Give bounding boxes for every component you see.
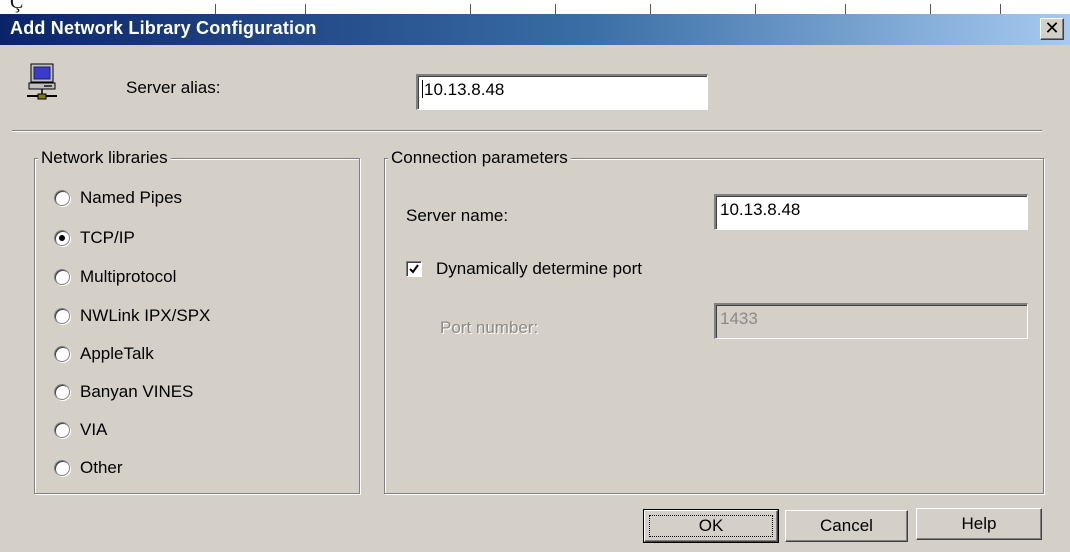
connection-parameters-title: Connection parameters xyxy=(388,148,571,168)
radio-label: VIA xyxy=(80,420,108,439)
radio-indicator xyxy=(54,460,70,476)
radio-label: Multiprotocol xyxy=(80,267,177,286)
background-tick xyxy=(930,4,931,14)
background-text-fragment: Ç xyxy=(10,0,24,13)
radio-indicator xyxy=(54,346,70,362)
background-window-strip: Ç xyxy=(0,0,1070,14)
radio-nwlink-ipx-spx[interactable]: NWLink IPX/SPX xyxy=(54,304,210,328)
close-button[interactable]: ✕ xyxy=(1040,18,1064,40)
radio-tcp-ip[interactable]: TCP/IP xyxy=(54,226,135,250)
dynamic-port-label[interactable]: Dynamically determine port xyxy=(436,259,642,279)
close-icon: ✕ xyxy=(1044,18,1060,38)
network-libraries-title: Network libraries xyxy=(38,148,171,168)
radio-multiprotocol[interactable]: Multiprotocol xyxy=(54,265,176,289)
help-button-label: Help xyxy=(961,514,997,533)
text-caret xyxy=(422,80,423,98)
radio-indicator xyxy=(54,384,70,400)
background-tick xyxy=(470,4,471,14)
radio-indicator xyxy=(54,422,70,438)
server-name-label: Server name: xyxy=(406,206,509,225)
port-number-input[interactable]: 1433 xyxy=(714,303,1028,339)
separator-line xyxy=(12,130,1042,132)
background-tick xyxy=(845,4,846,14)
background-tick xyxy=(755,4,756,14)
radio-label: Other xyxy=(80,458,123,477)
port-number-label: Port number: xyxy=(440,318,539,337)
background-tick xyxy=(555,4,556,14)
server-alias-label: Server alias: xyxy=(126,78,221,97)
dialog-title: Add Network Library Configuration xyxy=(10,18,317,38)
radio-via[interactable]: VIA xyxy=(54,418,107,442)
cancel-button[interactable]: Cancel xyxy=(785,510,908,542)
ok-button[interactable]: OK xyxy=(643,509,779,543)
radio-label: TCP/IP xyxy=(80,228,135,247)
background-tick xyxy=(650,4,651,14)
radio-label: AppleTalk xyxy=(80,344,154,363)
radio-label: Banyan VINES xyxy=(80,382,194,401)
radio-label: NWLink IPX/SPX xyxy=(80,306,211,325)
help-button[interactable]: Help xyxy=(916,508,1042,540)
background-tick xyxy=(1000,4,1001,14)
port-number-value: 1433 xyxy=(720,309,758,328)
radio-indicator xyxy=(54,308,70,324)
network-computer-icon xyxy=(24,62,60,102)
radio-named-pipes[interactable]: Named Pipes xyxy=(54,186,182,210)
radio-appletalk[interactable]: AppleTalk xyxy=(54,342,154,366)
radio-label: Named Pipes xyxy=(80,188,183,207)
server-alias-input[interactable]: 10.13.8.48 xyxy=(416,74,708,110)
ok-button-label: OK xyxy=(698,516,724,535)
radio-indicator xyxy=(54,190,70,206)
server-name-value: 10.13.8.48 xyxy=(720,200,801,219)
dynamic-port-checkbox[interactable] xyxy=(406,261,422,277)
checkmark-icon xyxy=(409,264,419,274)
server-name-input[interactable]: 10.13.8.48 xyxy=(714,194,1028,230)
dialog-title-bar[interactable]: Add Network Library Configuration ✕ xyxy=(0,14,1070,45)
radio-indicator-selected xyxy=(54,230,70,246)
radio-banyan-vines[interactable]: Banyan VINES xyxy=(54,380,193,404)
radio-other[interactable]: Other xyxy=(54,456,123,480)
radio-indicator xyxy=(54,269,70,285)
background-tick xyxy=(215,4,216,14)
server-alias-value: 10.13.8.48 xyxy=(424,80,505,99)
cancel-button-label: Cancel xyxy=(820,516,873,535)
background-tick xyxy=(305,4,306,14)
